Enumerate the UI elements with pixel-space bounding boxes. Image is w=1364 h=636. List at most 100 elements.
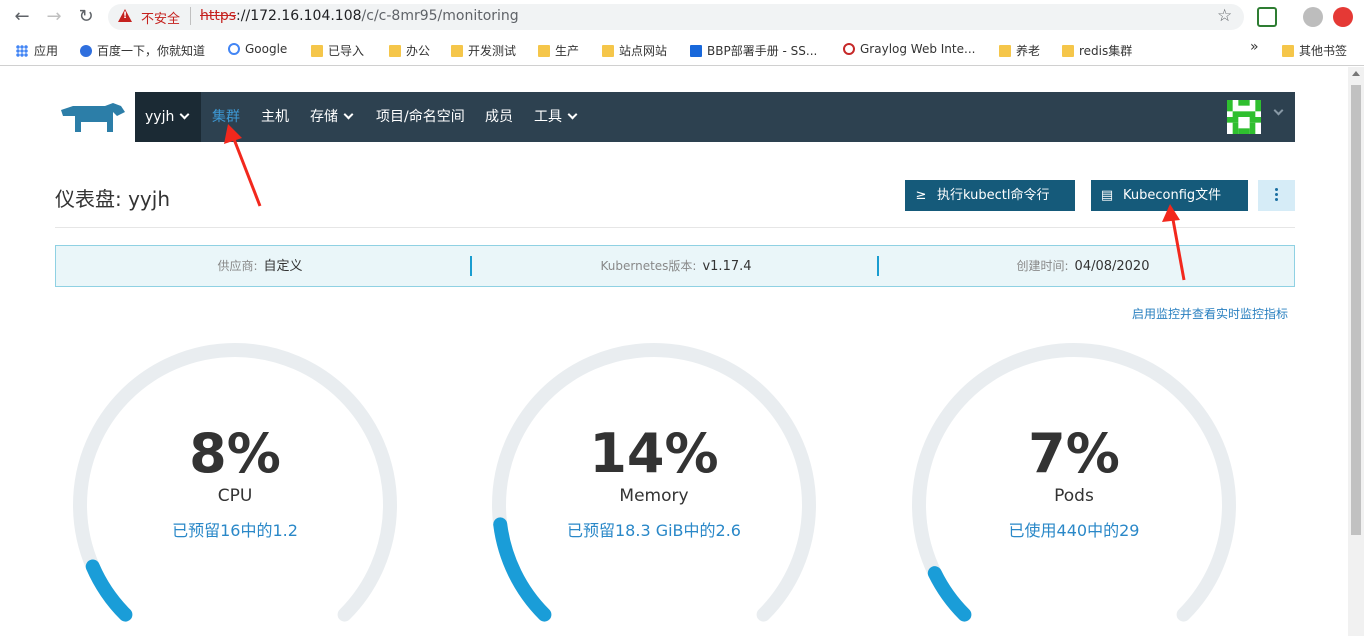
gauge-detail: 已预留18.3 GiB中的2.6 — [567, 521, 741, 540]
scroll-up-icon[interactable] — [1352, 71, 1360, 76]
bookmark-folder[interactable]: redis集群 — [1062, 42, 1132, 59]
divider — [55, 227, 1295, 228]
bookmark-apps[interactable]: 应用 — [16, 42, 58, 59]
gauge-value: 7% — [1028, 422, 1120, 485]
info-value: v1.17.4 — [702, 259, 752, 274]
bookmarks-bar: 应用 百度一下，你就知道 Google 已导入 办公 开发测试 生产 站点网站 … — [0, 34, 1364, 66]
bookmark-label: 百度一下，你就知道 — [97, 44, 206, 58]
nav-storage[interactable]: 存储 — [310, 92, 354, 142]
bookmark-label: Google — [245, 42, 288, 56]
other-bookmarks[interactable]: 其他书签 — [1282, 42, 1347, 59]
cluster-name: yyjh — [145, 109, 175, 125]
graylog-icon — [843, 43, 855, 55]
url-protocol: https — [200, 8, 237, 24]
reload-icon[interactable]: ↻ — [75, 6, 97, 28]
gauge-fill — [927, 566, 972, 622]
gauge-label: Pods — [1054, 486, 1094, 506]
bookmark-folder[interactable]: 养老 — [999, 42, 1040, 59]
info-key: 创建时间: — [1016, 259, 1069, 273]
file-icon: ▤ — [1100, 188, 1114, 203]
warning-icon — [118, 9, 132, 22]
bookmark-folder[interactable]: 已导入 — [311, 42, 364, 59]
nav-tools-label: 工具 — [534, 109, 562, 125]
folder-icon — [602, 45, 614, 57]
info-value: 自定义 — [263, 259, 303, 274]
update-icon[interactable] — [1333, 7, 1353, 27]
info-created: 创建时间: 04/08/2020 — [879, 246, 1287, 286]
forward-icon[interactable]: → — [43, 6, 65, 28]
bookmark-label: 其他书签 — [1299, 44, 1348, 58]
kubectl-button[interactable]: ≥ 执行kubectl命令行 — [905, 180, 1075, 211]
bookmark-label: 应用 — [34, 44, 59, 58]
back-icon[interactable]: ← — [11, 6, 33, 28]
bookmark-label: 办公 — [406, 44, 431, 58]
folder-icon — [538, 45, 550, 57]
page-title: 仪表盘: yyjh — [55, 187, 170, 211]
cluster-selector[interactable]: yyjh — [135, 92, 201, 142]
profile-avatar-icon[interactable] — [1303, 7, 1323, 27]
bookmark-confluence[interactable]: BBP部署手册 - SS... — [690, 42, 817, 59]
bookmark-label: 生产 — [555, 44, 580, 58]
bookmark-label: redis集群 — [1079, 44, 1133, 58]
scroll-thumb[interactable] — [1351, 85, 1361, 535]
bookmark-folder[interactable]: 站点网站 — [602, 42, 667, 59]
kubectl-button-label: 执行kubectl命令行 — [937, 188, 1050, 203]
user-avatar[interactable] — [1227, 100, 1261, 134]
gauge-value: 8% — [189, 422, 281, 485]
info-key: Kubernetes版本: — [600, 259, 697, 273]
bookmark-graylog[interactable]: Graylog Web Inte... — [843, 42, 975, 56]
gauge-pods: 7% Pods 已使用440中的29 — [909, 340, 1239, 636]
info-k8s-version: Kubernetes版本: v1.17.4 — [472, 246, 880, 286]
folder-icon — [389, 45, 401, 57]
chevron-down-icon — [343, 109, 354, 120]
google-icon — [228, 43, 240, 55]
baidu-icon — [80, 45, 92, 57]
insecure-label[interactable]: 不安全 — [141, 8, 180, 27]
more-bookmarks-button[interactable]: » — [1250, 39, 1259, 55]
annotation-arrow-icon — [224, 124, 262, 207]
gauge-detail: 已预留16中的1.2 — [172, 521, 298, 540]
info-key: 供应商: — [217, 259, 258, 273]
chevron-down-icon[interactable] — [1273, 105, 1284, 116]
url-separator — [190, 7, 191, 25]
bookmark-label: Graylog Web Inte... — [860, 42, 976, 56]
more-vertical-icon — [1275, 188, 1278, 191]
bookmark-label: 已导入 — [328, 44, 365, 58]
annotation-arrow-icon — [1162, 204, 1186, 281]
enable-monitoring-link[interactable]: 启用监控并查看实时监控指标 — [1132, 305, 1288, 322]
bookmark-baidu[interactable]: 百度一下，你就知道 — [80, 42, 205, 59]
url-text[interactable]: https://172.16.104.108/c/c-8mr95/monitor… — [200, 8, 519, 24]
gauge-detail: 已使用440中的29 — [1008, 521, 1140, 540]
bookmark-folder[interactable]: 开发测试 — [451, 42, 516, 59]
gauge-fill — [85, 559, 133, 622]
more-actions-button[interactable] — [1258, 180, 1295, 211]
bookmark-label: 站点网站 — [619, 44, 668, 58]
bookmark-star-icon[interactable]: ☆ — [1217, 6, 1232, 26]
rancher-logo-icon — [61, 103, 125, 132]
apps-icon — [16, 45, 28, 57]
cluster-info-banner: 供应商: 自定义 Kubernetes版本: v1.17.4 创建时间: 04/08/… — [55, 245, 1295, 287]
gauge-cpu: 8% CPU 已预留16中的1.2 — [70, 340, 400, 636]
bookmark-label: BBP部署手册 - SS... — [707, 44, 818, 58]
gauge-value: 14% — [589, 422, 719, 485]
nav-tools[interactable]: 工具 — [534, 92, 578, 142]
url-host: ://172.16.104.108 — [236, 8, 362, 24]
folder-icon — [451, 45, 463, 57]
folder-icon — [311, 45, 323, 57]
confluence-icon — [690, 45, 702, 57]
bookmark-folder[interactable]: 生产 — [538, 42, 579, 59]
page-scrollbar[interactable] — [1348, 67, 1364, 636]
browser-toolbar: ← → ↻ 不安全 https://172.16.104.108/c/c-8mr… — [0, 0, 1364, 34]
info-provider: 供应商: 自定义 — [56, 246, 464, 286]
bookmark-folder[interactable]: 办公 — [389, 42, 430, 59]
nav-projects[interactable]: 项目/命名空间 — [376, 92, 465, 142]
info-value: 04/08/2020 — [1074, 259, 1150, 274]
nav-members[interactable]: 成员 — [485, 92, 513, 142]
rancher-logo[interactable] — [55, 92, 135, 142]
extension-icon[interactable] — [1257, 7, 1277, 27]
gauge-label: CPU — [217, 486, 253, 506]
folder-icon — [1282, 45, 1294, 57]
address-bar[interactable]: 不安全 https://172.16.104.108/c/c-8mr95/mon… — [108, 4, 1244, 30]
url-path: /c/c-8mr95/monitoring — [361, 8, 519, 24]
bookmark-google[interactable]: Google — [228, 42, 287, 56]
